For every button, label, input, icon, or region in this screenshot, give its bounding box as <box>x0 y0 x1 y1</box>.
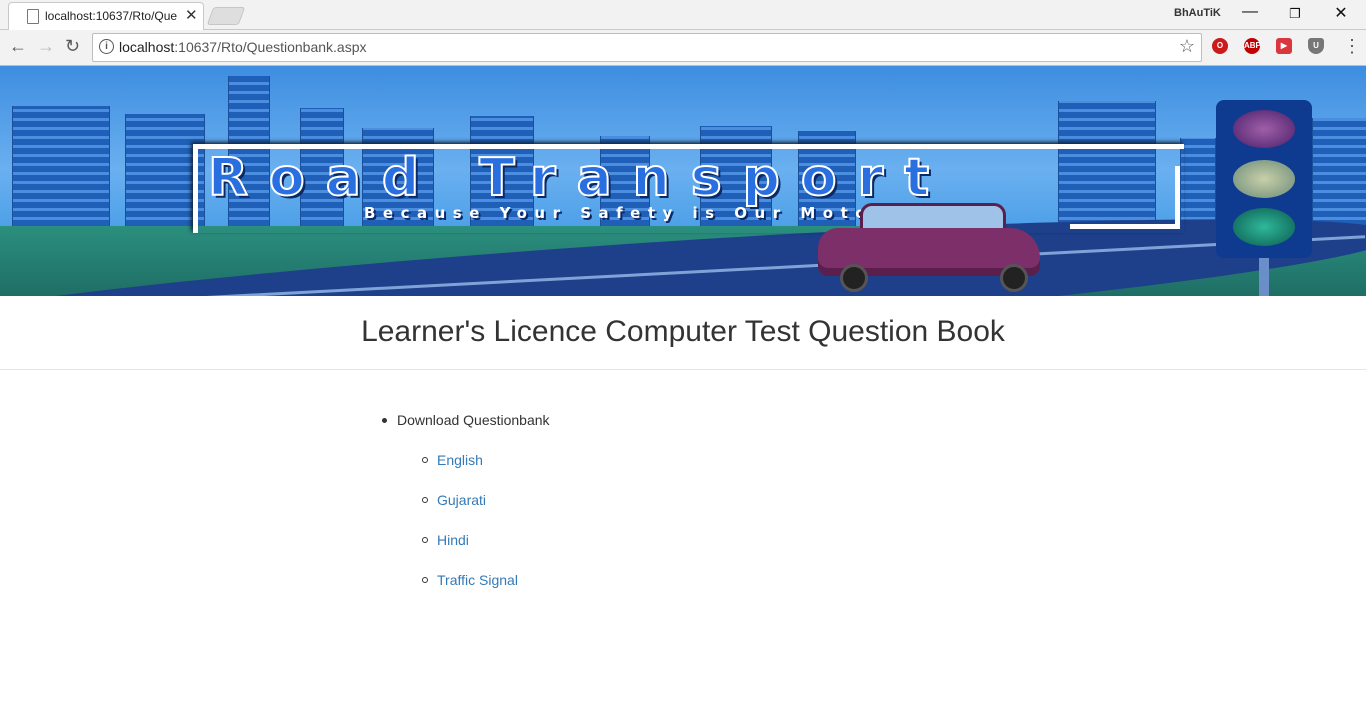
new-tab-button[interactable] <box>206 7 246 25</box>
page-icon <box>27 9 39 24</box>
adblock-plus-icon[interactable]: ABP <box>1244 38 1261 54</box>
tab-strip: localhost:10637/Rto/Que ✕ BhAuTiK — ❐ ✕ <box>0 0 1366 30</box>
download-list: Download Questionbank English Gujarati H… <box>380 410 550 610</box>
back-icon[interactable]: ← <box>9 36 27 57</box>
page-title: Learner's Licence Computer Test Question… <box>361 315 1005 348</box>
divider <box>0 369 1366 370</box>
building <box>1180 138 1216 226</box>
list-item: Download Questionbank <box>380 410 550 430</box>
tab-close-icon[interactable]: ✕ <box>185 6 198 24</box>
banner-tagline: Because Your Safety is Our Moto <box>364 204 874 222</box>
reload-icon[interactable]: ↻ <box>65 36 80 57</box>
green-lamp <box>1233 208 1295 246</box>
link-gujarati[interactable]: Gujarati <box>380 490 550 510</box>
traffic-light-pole <box>1259 258 1269 296</box>
address-bar[interactable]: i localhost:10637/Rto/Questionbank.aspx … <box>92 33 1202 62</box>
shield-icon[interactable]: U <box>1308 38 1324 54</box>
forward-icon[interactable]: → <box>37 36 55 57</box>
tab-title: localhost:10637/Rto/Que <box>45 9 178 23</box>
info-icon[interactable]: i <box>99 39 114 54</box>
opera-icon[interactable]: O <box>1212 38 1228 54</box>
banner-frame-edge <box>1175 166 1180 229</box>
link-traffic-signal[interactable]: Traffic Signal <box>380 570 550 590</box>
url-text[interactable]: localhost:10637/Rto/Questionbank.aspx <box>119 39 367 55</box>
banner-frame-edge <box>1070 224 1180 229</box>
close-icon[interactable]: ✕ <box>1321 3 1361 23</box>
minimize-icon[interactable]: — <box>1230 3 1270 21</box>
yellow-lamp <box>1233 160 1295 198</box>
bookmark-star-icon[interactable]: ☆ <box>1179 36 1195 57</box>
profile-name[interactable]: BhAuTiK <box>1174 7 1221 19</box>
banner-image: Road Transport Because Your Safety is Ou… <box>0 66 1366 296</box>
link-hindi[interactable]: Hindi <box>380 530 550 550</box>
banner-title: Road Transport <box>207 147 951 209</box>
ext-red-icon[interactable]: ▶ <box>1276 38 1292 54</box>
car-wheel <box>1000 264 1028 292</box>
language-list: English Gujarati Hindi Traffic Signal <box>380 450 550 590</box>
menu-icon[interactable]: ⋮ <box>1343 36 1361 57</box>
building <box>1312 118 1366 226</box>
browser-toolbar: ← → ↻ i localhost:10637/Rto/Questionbank… <box>0 30 1366 66</box>
building <box>12 106 110 226</box>
browser-tab[interactable]: localhost:10637/Rto/Que ✕ <box>8 2 204 30</box>
restore-icon[interactable]: ❐ <box>1275 6 1315 22</box>
red-lamp <box>1233 110 1295 148</box>
link-english[interactable]: English <box>380 450 550 470</box>
car-wheel <box>840 264 868 292</box>
